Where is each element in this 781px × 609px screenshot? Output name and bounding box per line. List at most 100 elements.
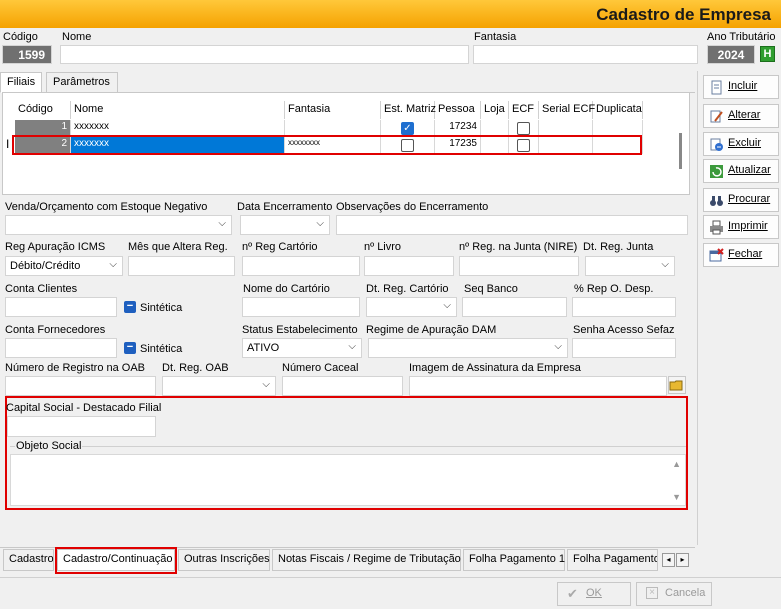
col-nome[interactable]: Nome — [71, 101, 285, 119]
dt-junta-field[interactable]: ⌵ — [585, 256, 675, 276]
col-fantasia[interactable]: Fantasia — [285, 101, 381, 119]
title-bar: Cadastro de Empresa — [0, 0, 781, 28]
status-select[interactable]: ATIVO ⌵ — [242, 338, 362, 358]
obs-encerramento-field[interactable] — [336, 215, 688, 235]
sintetica-label-2: Sintética — [140, 343, 183, 355]
assinatura-field[interactable] — [409, 376, 667, 396]
printer-icon — [710, 220, 723, 235]
col-loja[interactable]: Loja — [481, 101, 509, 119]
cancel-icon: × — [646, 587, 658, 599]
oab-field[interactable] — [5, 376, 156, 396]
imprimir-button[interactable]: Imprimir — [703, 215, 779, 239]
venda-estoque-select[interactable]: ⌵ — [5, 215, 232, 235]
nome-field[interactable] — [60, 45, 469, 64]
incluir-button[interactable]: Incluir — [703, 75, 779, 99]
tab-scroll-left-icon[interactable]: ◂ — [662, 553, 675, 567]
col-est-matriz[interactable]: Est. Matriz — [381, 101, 436, 119]
highlight-row-box — [12, 135, 642, 155]
chevron-down-icon: ⌵ — [443, 300, 451, 311]
data-encerramento-field[interactable]: ⌵ — [240, 215, 330, 235]
nreg-cartorio-field[interactable] — [242, 256, 360, 276]
folder-icon — [669, 380, 683, 391]
rep-desp-field[interactable] — [572, 297, 676, 317]
edit-icon — [710, 110, 723, 123]
fantasia-field[interactable] — [473, 45, 698, 64]
col-pessoa[interactable]: Pessoa — [435, 101, 481, 119]
procurar-button[interactable]: Procurar — [703, 188, 779, 212]
tab-parametros[interactable]: Parâmetros — [46, 72, 118, 93]
tab-folha-pagamento-1[interactable]: Folha Pagamento 1 — [463, 549, 565, 571]
tab-outras-inscricoes[interactable]: Outras Inscrições — [178, 549, 270, 571]
col-ecf[interactable]: ECF — [509, 101, 539, 119]
open-folder-button[interactable] — [668, 376, 686, 394]
grid-scrollbar[interactable] — [679, 133, 682, 169]
ecf-checkbox[interactable] — [517, 122, 530, 135]
oab-label: Número de Registro na OAB — [5, 362, 146, 374]
refresh-icon — [710, 165, 723, 178]
tab-notas-fiscais[interactable]: Notas Fiscais / Regime de Tributação — [272, 549, 461, 571]
excluir-button[interactable]: Excluir — [703, 132, 779, 156]
fantasia-label: Fantasia — [474, 31, 517, 43]
window-title: Cadastro de Empresa — [596, 5, 771, 24]
binoculars-icon — [710, 196, 723, 206]
col-serial-ecf[interactable]: Serial ECF — [539, 101, 595, 119]
dt-junta-label: Dt. Reg. Junta — [583, 241, 654, 253]
chevron-down-icon: ⌵ — [554, 341, 562, 352]
tab-scroll-right-icon[interactable]: ▸ — [676, 553, 689, 567]
nreg-cartorio-label: nº Reg Cartório — [242, 241, 318, 253]
dt-oab-label: Dt. Reg. OAB — [162, 362, 229, 374]
caceal-field[interactable] — [282, 376, 403, 396]
excluir-label: Excluir — [728, 137, 762, 149]
reg-icms-label: Reg Apuração ICMS — [5, 241, 106, 253]
senha-sefaz-field[interactable] — [572, 338, 676, 358]
codigo-field[interactable]: 1599 — [2, 45, 52, 64]
senha-sefaz-label: Senha Acesso Sefaz — [573, 324, 675, 336]
col-codigo[interactable]: Código — [15, 101, 71, 119]
ano-tributario-field[interactable]: 2024 — [707, 45, 755, 64]
grid-header: Código Nome Fantasia Est. Matriz Pessoa … — [15, 101, 643, 119]
seq-banco-label: Seq Banco — [464, 283, 518, 295]
assinatura-label: Imagem de Assinatura da Empresa — [409, 362, 581, 374]
chevron-down-icon: ⌵ — [661, 259, 669, 270]
cancel-button[interactable]: × Cancela — [636, 582, 712, 606]
objeto-social-textarea[interactable]: ▲ ▼ — [10, 454, 686, 506]
matriz-checkbox[interactable]: ✓ — [401, 122, 414, 135]
venda-label: Venda/Orçamento com Estoque Negativo — [5, 201, 208, 213]
nome-cartorio-label: Nome do Cartório — [243, 283, 330, 295]
reg-icms-select[interactable]: Débito/Crédito ⌵ — [5, 256, 123, 276]
nreg-junta-field[interactable] — [459, 256, 579, 276]
tab-cadastro[interactable]: Cadastro — [3, 549, 54, 571]
dt-oab-field[interactable]: ⌵ — [162, 376, 276, 396]
conta-clientes-field[interactable] — [5, 297, 117, 317]
nome-cartorio-field[interactable] — [242, 297, 360, 317]
scroll-down-icon[interactable]: ▼ — [672, 492, 681, 502]
tab-folha-pagamento[interactable]: Folha Pagamento — [567, 549, 658, 571]
sintetica-checkbox-1[interactable]: − — [124, 301, 136, 313]
fechar-button[interactable]: Fechar — [703, 243, 779, 267]
capital-social-label: Capital Social - Destacado Filial — [6, 402, 162, 414]
dt-cartorio-field[interactable]: ⌵ — [366, 297, 457, 317]
nlivro-field[interactable] — [364, 256, 454, 276]
col-duplicata[interactable]: Duplicata — [593, 101, 643, 119]
alterar-button[interactable]: Alterar — [703, 104, 779, 128]
delete-icon — [710, 138, 723, 151]
close-window-icon — [709, 248, 724, 262]
row-indicator: I — [6, 137, 10, 151]
nome-label: Nome — [62, 31, 92, 43]
tab-filiais[interactable]: Filiais — [0, 72, 42, 93]
scroll-up-icon[interactable]: ▲ — [672, 459, 681, 469]
seq-banco-field[interactable] — [462, 297, 567, 317]
rep-desp-label: % Rep O. Desp. — [574, 283, 654, 295]
sintetica-checkbox-2[interactable]: − — [124, 342, 136, 354]
regime-dam-select[interactable]: ⌵ — [368, 338, 568, 358]
mes-altera-field[interactable] — [128, 256, 235, 276]
check-icon: ✔ — [567, 586, 578, 601]
conta-clientes-label: Conta Clientes — [5, 283, 78, 295]
caceal-label: Número Caceal — [282, 362, 359, 374]
ok-button[interactable]: ✔ OK — [557, 582, 631, 606]
capital-social-field[interactable] — [7, 416, 156, 437]
atualizar-button[interactable]: Atualizar — [703, 159, 779, 183]
ano-history-button[interactable]: H — [760, 46, 775, 62]
data-encerramento-label: Data Encerramento — [237, 201, 333, 213]
conta-fornecedores-field[interactable] — [5, 338, 117, 358]
